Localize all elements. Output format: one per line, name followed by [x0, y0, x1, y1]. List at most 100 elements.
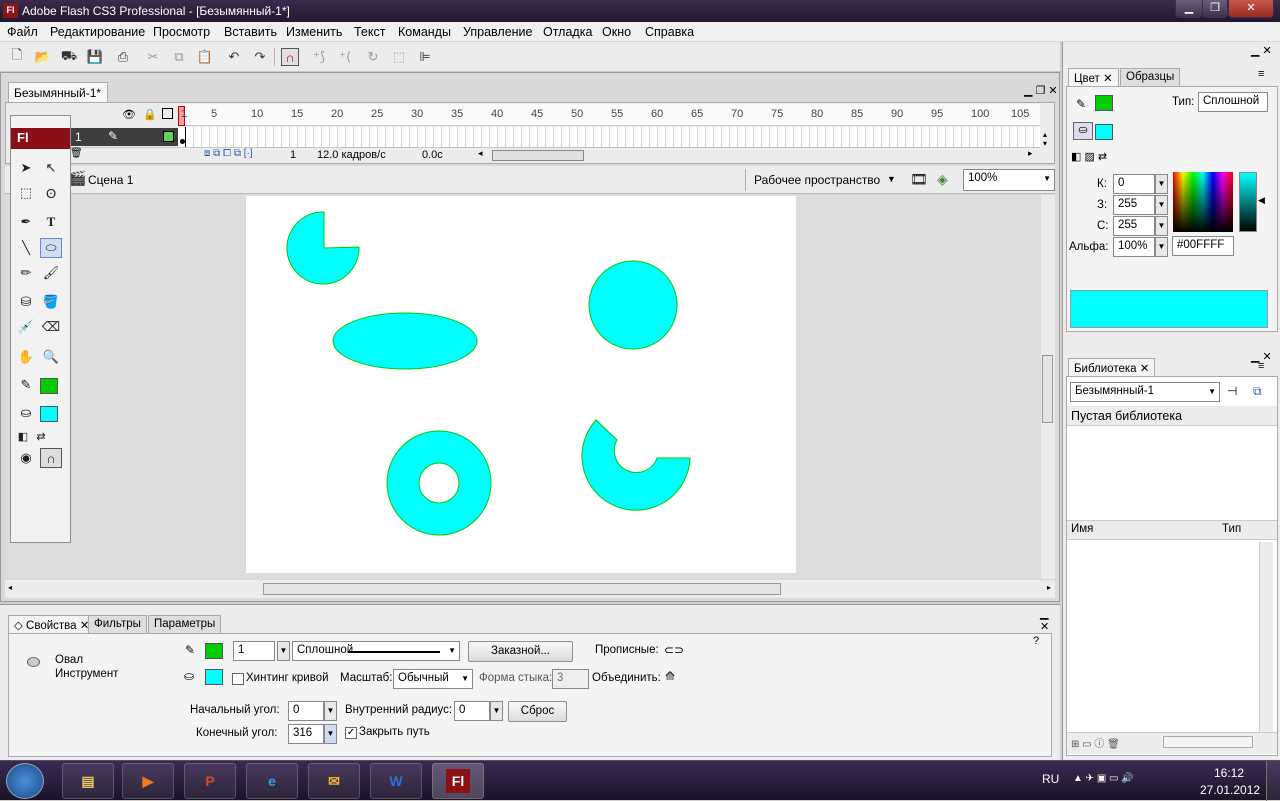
onion-skin-icons[interactable]: ⧈ ⧉ ⧠ ⧉ [·]: [204, 148, 253, 159]
inner-radius-field[interactable]: 0: [454, 701, 490, 721]
new-library-icon[interactable]: ⧉: [1253, 384, 1262, 399]
stage-canvas[interactable]: [246, 196, 796, 573]
fill-type-select[interactable]: Сплошной: [1198, 92, 1268, 112]
outline-icon[interactable]: [162, 108, 173, 119]
blue-arrow[interactable]: ▼: [1155, 216, 1168, 236]
document-tab[interactable]: Безымянный-1*: [8, 82, 108, 102]
props-fill-swatch[interactable]: [205, 669, 223, 685]
copy-icon[interactable]: ⧉: [170, 48, 188, 66]
undo-icon[interactable]: ↶: [225, 48, 243, 66]
tray-icons[interactable]: ▲ ✈ ▣ ▭ 🔊: [1073, 773, 1134, 784]
layer-row[interactable]: 1 ✎: [70, 128, 178, 146]
stage-hscroll[interactable]: ◂ ▸: [5, 580, 1055, 598]
maximize-button[interactable]: ❐: [1202, 0, 1228, 18]
layer-name[interactable]: 1: [75, 130, 82, 144]
color-panel-menu-icon[interactable]: ≡: [1258, 68, 1264, 80]
pen-tool-icon[interactable]: ✒: [15, 212, 37, 232]
hand-tool-icon[interactable]: ✋: [15, 347, 37, 367]
scroll-left-icon[interactable]: ◂: [478, 148, 483, 159]
fill-color-swatch[interactable]: [40, 406, 58, 422]
ie-taskbar-icon[interactable]: e: [246, 763, 298, 799]
color-mode-icons[interactable]: ◧ ▨ ⇄: [1071, 150, 1107, 163]
workspace-arrow-icon[interactable]: ▼: [887, 174, 896, 184]
cut-icon[interactable]: ✂: [144, 48, 162, 66]
snap-magnet-icon[interactable]: ∩: [281, 48, 299, 66]
start-button[interactable]: [6, 763, 44, 799]
scale-icon[interactable]: ⬚: [390, 48, 408, 66]
join-icon[interactable]: ⟰: [665, 669, 675, 683]
color-stroke-swatch[interactable]: [1095, 95, 1113, 111]
zoom-field[interactable]: 100% ▼: [963, 169, 1055, 191]
start-angle-arrow[interactable]: ▼: [324, 701, 337, 721]
help-icon[interactable]: ?: [1033, 635, 1039, 647]
free-transform-icon[interactable]: ⬚: [15, 183, 37, 203]
flash-taskbar-icon[interactable]: Fl: [432, 763, 484, 799]
word-taskbar-icon[interactable]: W: [370, 763, 422, 799]
open-file-icon[interactable]: 📂: [34, 48, 52, 66]
workspace-menu[interactable]: Рабочее пространство: [754, 173, 880, 187]
start-angle-field[interactable]: 0: [288, 701, 324, 721]
green-arrow[interactable]: ▼: [1155, 195, 1168, 215]
scale-select[interactable]: Обычный ▼: [393, 669, 473, 689]
col-name[interactable]: Имя: [1071, 523, 1093, 535]
stroke-style-select[interactable]: Сплошной ▼: [292, 641, 460, 661]
menu-view[interactable]: Просмотр: [153, 25, 210, 39]
tab-color[interactable]: Цвет ✕: [1068, 68, 1119, 86]
library-hscroll[interactable]: [1163, 736, 1253, 748]
clock-date[interactable]: 27.01.2012: [1200, 783, 1260, 797]
paste-icon[interactable]: 📋: [196, 48, 214, 66]
library-doc-select[interactable]: Безымянный-1 ▼: [1070, 382, 1220, 402]
new-file-icon[interactable]: 🗋: [8, 47, 26, 66]
lock-icon[interactable]: 🔒: [143, 108, 157, 121]
stroke-color-swatch[interactable]: [40, 378, 58, 394]
show-desktop-button[interactable]: [1266, 761, 1280, 801]
clock-time[interactable]: 16:12: [1214, 766, 1244, 780]
edit-symbol-icon[interactable]: ◈: [937, 171, 948, 188]
powerpoint-taskbar-icon[interactable]: P: [184, 763, 236, 799]
minimize-button[interactable]: ▁: [1175, 0, 1203, 18]
brush-tool-icon[interactable]: 🖌: [40, 263, 62, 283]
blue-field[interactable]: 255: [1113, 216, 1155, 236]
end-angle-arrow[interactable]: ▼: [324, 724, 337, 744]
eraser-tool-icon[interactable]: ⌫: [40, 317, 62, 337]
tab-parameters[interactable]: Параметры: [148, 615, 222, 633]
menu-text[interactable]: Текст: [354, 25, 385, 39]
menu-insert[interactable]: Вставить: [224, 25, 277, 39]
selection-tool-icon[interactable]: ➤: [15, 158, 37, 178]
lasso-tool-icon[interactable]: ʘ: [40, 183, 62, 203]
outlook-taskbar-icon[interactable]: ✉: [308, 763, 360, 799]
color-fill-icon[interactable]: ⛀: [1073, 122, 1093, 140]
library-menu-icon[interactable]: ≡: [1258, 360, 1264, 372]
zoom-tool-icon[interactable]: 🔍: [40, 347, 62, 367]
line-tool-icon[interactable]: ╲: [15, 238, 37, 258]
vscroll-thumb[interactable]: [1042, 355, 1053, 423]
menu-help[interactable]: Справка: [645, 25, 694, 39]
stage[interactable]: [246, 196, 796, 573]
brightness-arrow-icon[interactable]: ◀: [1258, 195, 1265, 206]
scene-name[interactable]: Сцена 1: [88, 173, 133, 187]
brightness-slider[interactable]: [1239, 172, 1257, 232]
red-field[interactable]: 0: [1113, 174, 1155, 194]
hscroll-thumb[interactable]: [263, 583, 781, 595]
menu-commands[interactable]: Команды: [398, 25, 451, 39]
pencil-tool-icon[interactable]: ✏: [15, 263, 37, 283]
caps-icon[interactable]: ⊂⊃: [664, 643, 684, 657]
menu-file[interactable]: Файл: [7, 25, 38, 39]
pin-library-icon[interactable]: ⊣: [1227, 384, 1237, 398]
swap-colors-icon[interactable]: ⇄: [30, 426, 52, 446]
menu-debug[interactable]: Отладка: [543, 25, 592, 39]
align-icon[interactable]: ⊫: [416, 48, 434, 66]
stage-vscroll[interactable]: [1041, 195, 1055, 579]
save-icon[interactable]: 💾: [86, 48, 104, 66]
edit-scene-icon[interactable]: 🎞: [910, 171, 928, 188]
straighten-icon[interactable]: ⁺⟨: [336, 48, 354, 66]
explorer-taskbar-icon[interactable]: ▤: [62, 763, 114, 799]
miter-field[interactable]: 3: [552, 669, 589, 689]
green-field[interactable]: 255: [1113, 195, 1155, 215]
layer-color-swatch[interactable]: [163, 131, 174, 142]
close-path-checkbox[interactable]: ✓: [345, 727, 357, 739]
eye-icon[interactable]: 👁: [122, 108, 136, 121]
color-fill-swatch[interactable]: [1095, 124, 1113, 140]
alpha-field[interactable]: 100%: [1113, 237, 1155, 257]
props-stroke-swatch[interactable]: [205, 643, 223, 659]
